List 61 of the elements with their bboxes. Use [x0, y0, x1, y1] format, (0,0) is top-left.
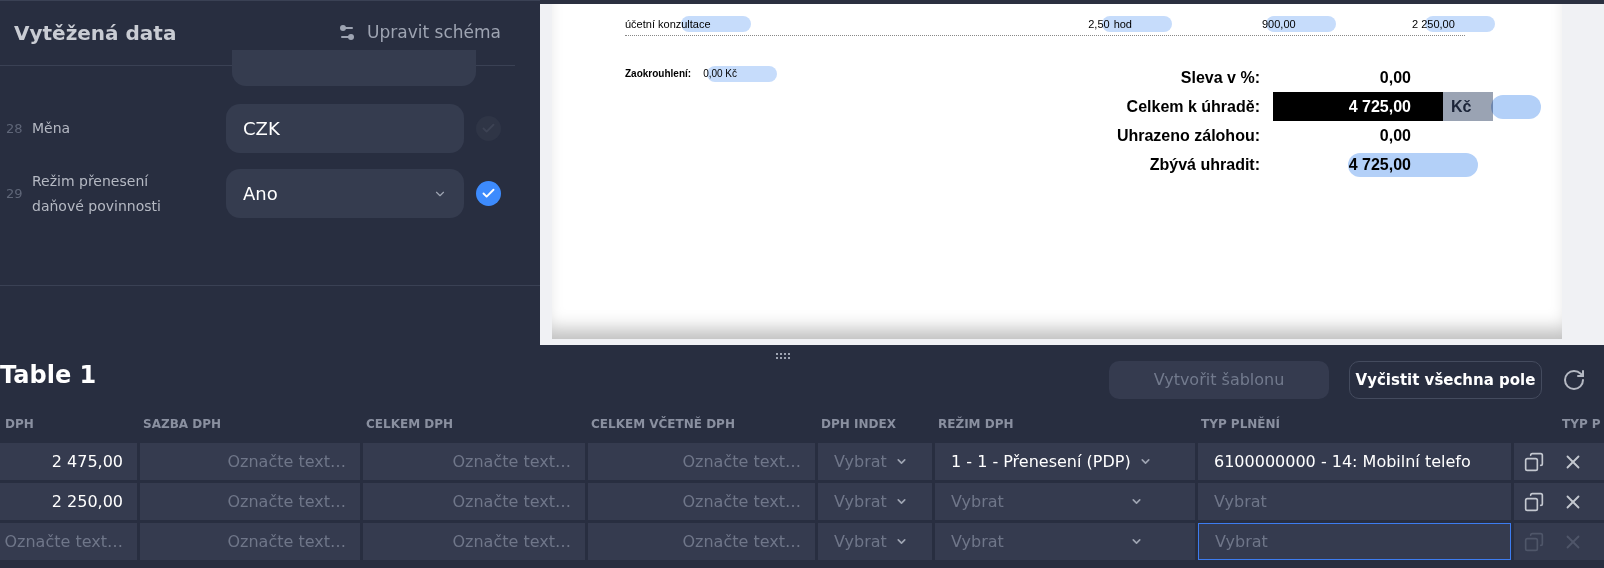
field-label: Režim přenesení daňové povinnosti [32, 171, 162, 216]
summary-label: Zbývá uhradit: [1148, 154, 1260, 175]
summary-label: Celkem k úhradě: [1125, 96, 1260, 117]
select-cell[interactable]: Vybrat [935, 483, 1195, 520]
table-cell[interactable]: Označte text… [363, 483, 585, 520]
column-header: SAZBA DPH [142, 416, 223, 433]
line-item-text: 2 250,00 [1412, 17, 1455, 32]
column-header: CELKEM VČETNĚ DPH [590, 415, 736, 433]
line-item-text: 900,00 [1262, 17, 1296, 32]
line-item-text: účetní konzultace [625, 17, 711, 32]
summary-label: Sleva v %: [1179, 67, 1260, 88]
column-header: TYP PLNĚNÍ [1200, 415, 1282, 433]
select-field[interactable]: Ano [226, 169, 464, 218]
edit-schema-button[interactable]: Upravit schéma [339, 20, 501, 46]
column-header: DPH INDEX [820, 416, 897, 433]
table-cell[interactable]: Označte text… [140, 523, 360, 560]
field-number: 29 [5, 184, 24, 203]
combo-cell[interactable]: Vybrat [1198, 483, 1511, 520]
table-cell[interactable]: Označte text… [588, 483, 815, 520]
refresh-icon[interactable] [1562, 368, 1586, 392]
column-header: TYP P [1562, 416, 1601, 433]
drag-handle-icon[interactable] [776, 353, 790, 359]
copy-icon[interactable] [1524, 491, 1544, 512]
table-cell[interactable]: Označte text… [0, 523, 137, 560]
column-header: DPH [4, 416, 35, 433]
line-item-text: 2,50 [1088, 17, 1110, 32]
table-cell[interactable]: Označte text… [140, 483, 360, 520]
table-cell[interactable]: Označte text… [588, 443, 815, 480]
check-icon[interactable] [476, 181, 501, 206]
table-cell[interactable]: 2 475,00 [0, 443, 137, 480]
combo-cell[interactable]: 6100000000 - 14: Mobilní telefo [1198, 443, 1511, 480]
rounding-value: 0,00 Kč [703, 67, 738, 81]
input-field[interactable]: CZK [226, 104, 464, 153]
summary-value: 4 725,00 [1347, 154, 1412, 175]
table-cell[interactable]: Označte text… [140, 443, 360, 480]
summary-value: 0,00 [1378, 67, 1412, 88]
field-label: Měna [32, 119, 72, 138]
select-cell[interactable]: Vybrat [935, 523, 1195, 560]
summary-value: 4 725,00 [1273, 92, 1443, 121]
sliders-icon [339, 24, 356, 42]
table-cell[interactable]: Označte text… [363, 443, 585, 480]
combo-cell[interactable]: Vybrat [1198, 523, 1511, 560]
table-cell[interactable]: Označte text… [588, 523, 815, 560]
currency-label: Kč [1443, 92, 1493, 121]
panel-title: Vytěžená data [14, 20, 177, 47]
column-header: CELKEM DPH [365, 416, 455, 433]
select-cell[interactable]: Vybrat [818, 523, 932, 560]
field-number: 28 [5, 119, 24, 138]
table-title: Table 1 [0, 360, 97, 391]
line-item-text: hod [1113, 17, 1132, 32]
rounding-label: Zaokrouhlení: [625, 67, 692, 81]
table-cell[interactable]: 2 250,00 [0, 483, 137, 520]
toolbar-button[interactable]: Vyčistit všechna pole [1349, 361, 1542, 399]
select-cell[interactable]: Vybrat [818, 443, 932, 480]
column-header: REŽIM DPH [937, 415, 1015, 433]
summary-label: Uhrazeno zálohou: [1115, 125, 1260, 146]
select-cell[interactable]: 1 - 1 - Přenesení (PDP) [935, 443, 1195, 480]
table-cell[interactable]: Označte text… [363, 523, 585, 560]
select-cell[interactable]: Vybrat [818, 483, 932, 520]
summary-value: 0,00 [1378, 125, 1412, 146]
copy-icon[interactable] [1524, 451, 1544, 472]
